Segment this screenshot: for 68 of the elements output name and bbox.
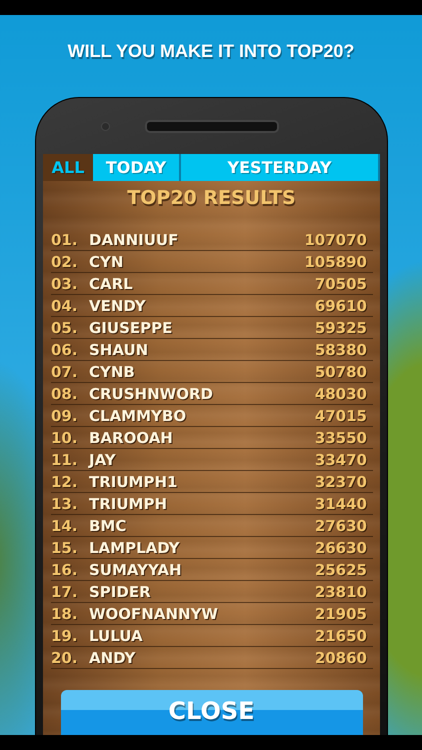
rank-number: 18. [51,604,79,622]
camera-icon [101,122,110,131]
player-name: SPIDER [89,582,152,600]
rank-number: 10. [51,428,79,446]
player-name: BAROOAH [89,428,174,446]
player-name: GIUSEPPE [89,318,174,336]
score: 21650 [314,626,368,644]
results-title: TOP20 RESULTS [126,186,297,211]
player-name: DANNIUUF [89,230,180,248]
score: 21905 [314,604,368,622]
player-name: LAMPLADY [89,538,180,556]
rank-number: 12. [51,472,79,490]
rank-number: 09. [51,406,79,424]
score: 33550 [314,428,368,446]
player-name: SUMAYYAH [89,560,183,578]
rank-number: 14. [51,516,79,534]
rank-number: 13. [51,494,79,512]
score: 31440 [314,494,368,512]
score: 20860 [314,648,368,666]
tab[interactable]: YESTERDAY [181,154,380,181]
close-button[interactable]: CLOSE [60,690,362,735]
player-name: JAY [89,450,117,468]
rank-number: 16. [51,560,79,578]
rank-number: 17. [51,582,79,600]
speaker-icon [144,120,278,132]
score: 69610 [314,296,368,314]
rank-number: 20. [51,648,79,666]
rank-number: 01. [51,230,79,248]
player-name: CLAMMYBO [89,406,188,424]
tab[interactable]: ALL [43,154,93,181]
score: 23810 [314,582,368,600]
score: 25625 [314,560,368,578]
score: 47015 [314,406,368,424]
score: 58380 [314,340,368,358]
score: 33470 [314,450,368,468]
player-name: TRIUMPH [89,494,168,512]
player-name: VENDY [89,296,147,314]
score: 70505 [314,274,368,292]
player-name: CYN [89,252,124,270]
score: 59325 [314,318,368,336]
score: 107070 [304,230,368,248]
score: 50780 [314,362,368,380]
tab[interactable]: TODAY [93,154,181,181]
player-name: CARL [89,274,134,292]
rank-number: 07. [51,362,79,380]
player-name: WOOFNANNYW [89,604,219,622]
score: 105890 [304,252,368,270]
player-name: ANDY [89,648,136,666]
player-name: BMC [89,516,128,534]
rank-number: 15. [51,538,79,556]
score: 27630 [314,516,368,534]
player-name: SHAUN [89,340,150,358]
score: 48030 [314,384,368,402]
player-name: CRUSHNWORD [89,384,214,402]
player-name: TRIUMPH1 [89,472,178,490]
rank-number: 06. [51,340,79,358]
score: 26630 [314,538,368,556]
rank-number: 04. [51,296,79,314]
headline: WILL YOU MAKE IT INTO TOP20? [68,40,354,62]
player-name: LULUA [89,626,144,644]
rank-number: 19. [51,626,79,644]
score: 32370 [314,472,368,490]
rank-number: 11. [51,450,79,468]
rank-number: 03. [51,274,79,292]
rank-number: 02. [51,252,79,270]
rank-number: 05. [51,318,79,336]
rank-number: 08. [51,384,79,402]
player-name: CYNB [89,362,136,380]
